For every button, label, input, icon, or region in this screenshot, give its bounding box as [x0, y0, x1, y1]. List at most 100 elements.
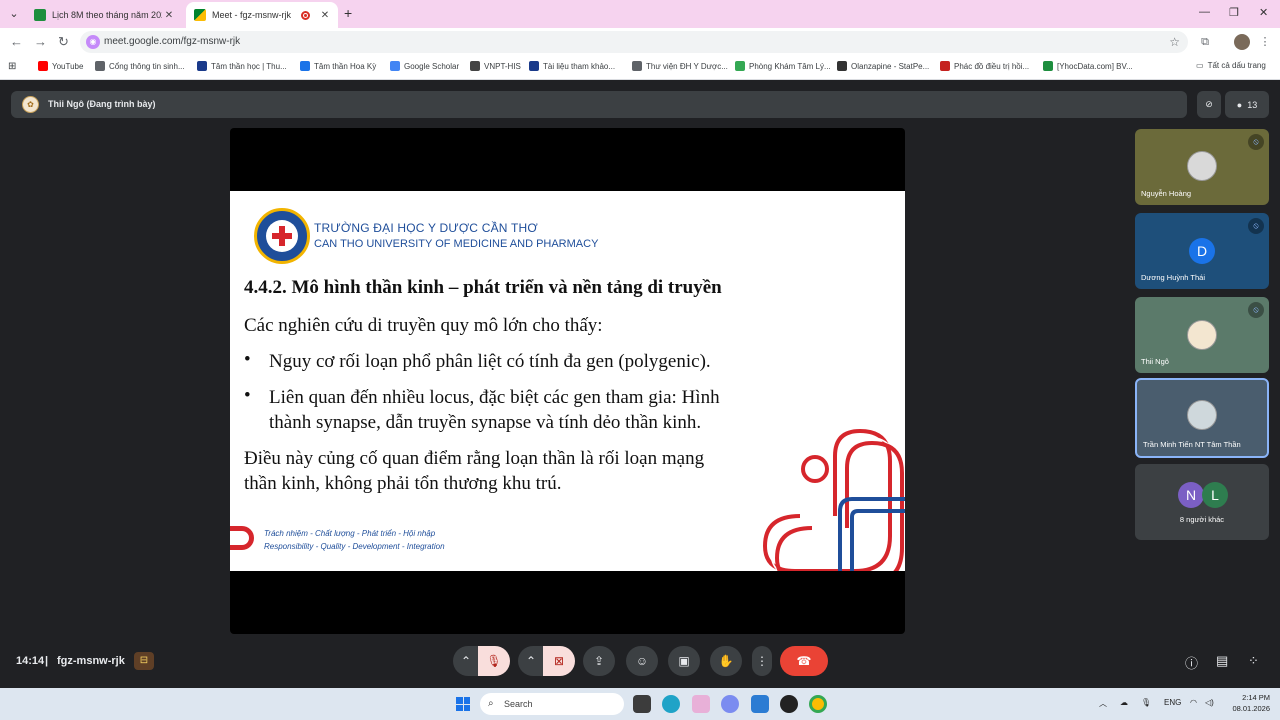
captions-button[interactable]: ▣ [668, 646, 700, 676]
back-icon[interactable]: ← [10, 34, 23, 49]
stop-presentation-icon[interactable]: ⊘ [1197, 91, 1221, 118]
close-icon[interactable]: ✕ [162, 10, 176, 21]
leave-call-button[interactable]: ☎ [780, 646, 828, 676]
bookmark-label: Phòng Khám Tâm Lý... [749, 61, 831, 71]
tab-meet[interactable]: Meet - fgz-msnw-rjk ✕ [186, 2, 338, 28]
edge-icon[interactable] [662, 695, 680, 713]
more-options-button[interactable]: ⋮ [752, 646, 772, 676]
bookmark-item[interactable]: Cổng thông tin sinh... [95, 61, 185, 71]
motto-en: Responsibility - Quality - Development -… [264, 542, 445, 551]
bookmark-item[interactable]: Tâm thần Hoa Kỳ [300, 61, 376, 71]
more-vert-icon: ⋮ [756, 654, 768, 668]
mic-toggle-button[interactable]: 🎙 [478, 646, 510, 676]
bookmark-item[interactable]: Tài liệu tham khảo... [529, 61, 615, 71]
navigation-bar: ← → ↻ ◉ meet.google.com/fgz-msnw-rjk ☆ ⧉… [0, 28, 1280, 56]
chat-icon[interactable]: ▤ [1216, 653, 1228, 669]
bookmark-item[interactable]: VNPT-HIS [470, 61, 521, 71]
hang-up-icon: ☎ [796, 654, 812, 668]
present-button[interactable]: ⇪ [583, 646, 615, 676]
bookmark-label: Tâm thần học | Thu... [211, 61, 287, 71]
separator: | [45, 655, 49, 667]
camera-toggle-button[interactable]: ⊠ [543, 646, 575, 676]
bookmark-label: [YhocData.com] BV... [1057, 61, 1133, 71]
participant-avatar-letter: L [1202, 482, 1228, 508]
system-clock[interactable]: 2:14 PM 08.01.2026 [1228, 692, 1270, 714]
app-icon[interactable] [692, 695, 710, 713]
taskbar: ⌕ Search ︿ ☁ 🎙 ENG ◠ ◁) 2:14 PM 08.01.20… [0, 688, 1280, 720]
microphone-icon[interactable]: 🎙 [1141, 698, 1151, 707]
bookmark-label: Tài liệu tham khảo... [543, 61, 616, 71]
address-bar[interactable]: ◉ meet.google.com/fgz-msnw-rjk ☆ [80, 31, 1188, 53]
tab-search-button[interactable]: ⌄ [4, 5, 24, 23]
profile-avatar[interactable] [1234, 34, 1250, 50]
bookmark-item[interactable]: [YhocData.com] BV... [1043, 61, 1133, 71]
meet-icon [194, 9, 206, 21]
extensions-icon[interactable]: ⧉ [1198, 35, 1212, 49]
site-info-icon[interactable]: ◉ [86, 35, 100, 49]
participant-tile[interactable]: D ⦸ Dương Huỳnh Thái [1135, 213, 1269, 289]
reload-icon[interactable]: ↻ [58, 34, 69, 50]
bookmark-item[interactable]: Google Scholar [390, 61, 459, 71]
record-app-icon[interactable] [780, 695, 798, 713]
participant-tile[interactable]: ⦸ Thii Ngô [1135, 297, 1269, 373]
bookmark-item[interactable]: Olanzapine - StatPe... [837, 61, 929, 71]
restore-icon[interactable]: ❐ [1229, 6, 1239, 19]
forward-icon[interactable]: → [34, 34, 47, 49]
participant-tile-speaking[interactable]: Trần Minh Tiến NT Tâm Thần [1135, 378, 1269, 458]
university-name-en: CAN THO UNIVERSITY OF MEDICINE AND PHARM… [314, 238, 599, 250]
tray-overflow-icon[interactable]: ︿ [1099, 698, 1107, 709]
others-tile[interactable]: N L 8 người khác [1135, 464, 1269, 540]
bookmark-star-icon[interactable]: ☆ [1169, 31, 1180, 53]
bookmark-favicon-icon [529, 61, 539, 71]
language-indicator[interactable]: ENG [1164, 698, 1181, 707]
mic-off-icon: 🎙 [486, 654, 502, 668]
windows-start-icon[interactable] [456, 697, 470, 711]
chrome-icon[interactable] [809, 695, 827, 713]
slide-conclusion-line2: thần kinh, không phải tổn thương khu trú… [244, 473, 562, 494]
participant-name: Dương Huỳnh Thái [1141, 273, 1205, 282]
cloud-sync-icon[interactable]: ☁ [1120, 698, 1128, 707]
mic-off-icon: ⦸ [1248, 302, 1264, 318]
taskbar-search[interactable]: ⌕ Search [480, 693, 624, 715]
participant-tile[interactable]: ⦸ Nguyễn Hoàng [1135, 129, 1269, 205]
slide-intro: Các nghiên cứu di truyền quy mô lớn cho … [244, 315, 603, 336]
bookmark-item[interactable]: YouTube [38, 61, 83, 71]
reactions-button[interactable]: ☺ [626, 646, 658, 676]
volume-icon[interactable]: ◁) [1205, 698, 1214, 707]
tab-strip: ⌄ Lịch 8M theo tháng năm 2026 ✕ Meet - f… [0, 0, 1280, 28]
task-view-icon[interactable] [633, 695, 651, 713]
apps-icon[interactable]: ⊞ [8, 61, 16, 72]
menu-icon[interactable]: ⋮ [1258, 35, 1272, 49]
info-icon[interactable]: ⓘ [1185, 653, 1198, 672]
university-name-vn: TRƯỜNG ĐẠI HỌC Y DƯỢC CẦN THƠ [314, 221, 538, 235]
participant-photo [1187, 320, 1217, 350]
activities-icon[interactable]: ⁘ [1248, 653, 1259, 669]
all-bookmarks[interactable]: ▭ Tất cả dấu trang [1196, 61, 1266, 70]
video-options-button[interactable]: ⌃ [518, 646, 544, 676]
bookmark-item[interactable]: Phòng Khám Tâm Lý... [735, 61, 831, 71]
emoji-icon: ☺ [635, 654, 649, 668]
recording-icon [301, 10, 310, 20]
close-icon[interactable]: ✕ [318, 10, 332, 21]
minimize-icon[interactable]: — [1199, 6, 1210, 18]
bookmark-label: Thư viện ĐH Y Dược... [646, 61, 728, 71]
tab-calendar[interactable]: Lịch 8M theo tháng năm 2026 ✕ [26, 2, 182, 28]
bookmark-item[interactable]: Thư viện ĐH Y Dược... [632, 61, 728, 71]
bookmark-item[interactable]: Phác đồ điều trị hồi... [940, 61, 1029, 71]
sheets-icon [34, 9, 46, 21]
slide-bullet-1: Nguy cơ rối loạn phổ phân liệt có tính đ… [269, 351, 711, 372]
bookmark-label: Tâm thần Hoa Kỳ [314, 61, 377, 71]
bookmark-favicon-icon [940, 61, 950, 71]
people-icon: ● [1236, 99, 1243, 110]
bookmark-item[interactable]: Tâm thần học | Thu... [197, 61, 287, 71]
participant-name: Trần Minh Tiến NT Tâm Thần [1143, 440, 1241, 449]
window-close-icon[interactable]: ✕ [1259, 6, 1268, 19]
copilot-icon[interactable] [721, 695, 739, 713]
audio-options-button[interactable]: ⌃ [453, 646, 479, 676]
wifi-icon[interactable]: ◠ [1190, 698, 1197, 707]
raise-hand-button[interactable]: ✋ [710, 646, 742, 676]
new-tab-button[interactable]: + [344, 5, 352, 21]
file-explorer-icon[interactable] [751, 695, 769, 713]
bookmark-label: YouTube [52, 61, 84, 71]
people-button[interactable]: ● 13 [1225, 91, 1269, 118]
